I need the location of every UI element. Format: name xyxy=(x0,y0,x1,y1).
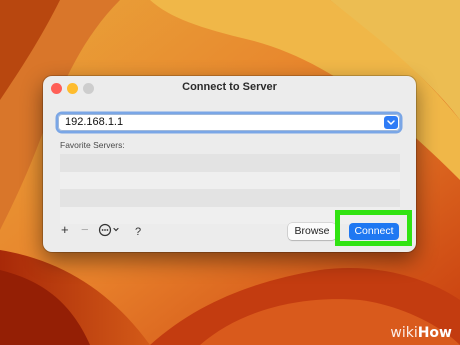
watermark-how: How xyxy=(417,325,452,341)
server-address-field[interactable]: 192.168.1.1 xyxy=(58,114,400,131)
recent-servers-dropdown[interactable] xyxy=(384,116,398,129)
add-favorite-button[interactable]: + xyxy=(61,221,69,239)
title-bar: Connect to Server xyxy=(43,76,416,100)
server-address-value: 192.168.1.1 xyxy=(65,116,124,128)
window-title: Connect to Server xyxy=(182,81,277,93)
browse-button[interactable]: Browse xyxy=(288,223,336,240)
list-item[interactable] xyxy=(60,154,400,172)
remove-favorite-button[interactable]: − xyxy=(81,221,89,239)
list-item[interactable] xyxy=(60,189,400,207)
help-button[interactable]: ? xyxy=(135,223,141,241)
watermark-wiki: wiki xyxy=(390,325,418,341)
list-item[interactable] xyxy=(60,171,400,189)
action-menu-button[interactable] xyxy=(98,223,122,242)
connect-button[interactable]: Connect xyxy=(349,223,399,240)
ellipsis-circle-icon xyxy=(98,223,119,237)
wikihow-watermark: wikiHow xyxy=(390,325,452,341)
favorite-servers-label: Favorite Servers: xyxy=(60,140,125,150)
chevron-down-icon xyxy=(387,120,395,125)
